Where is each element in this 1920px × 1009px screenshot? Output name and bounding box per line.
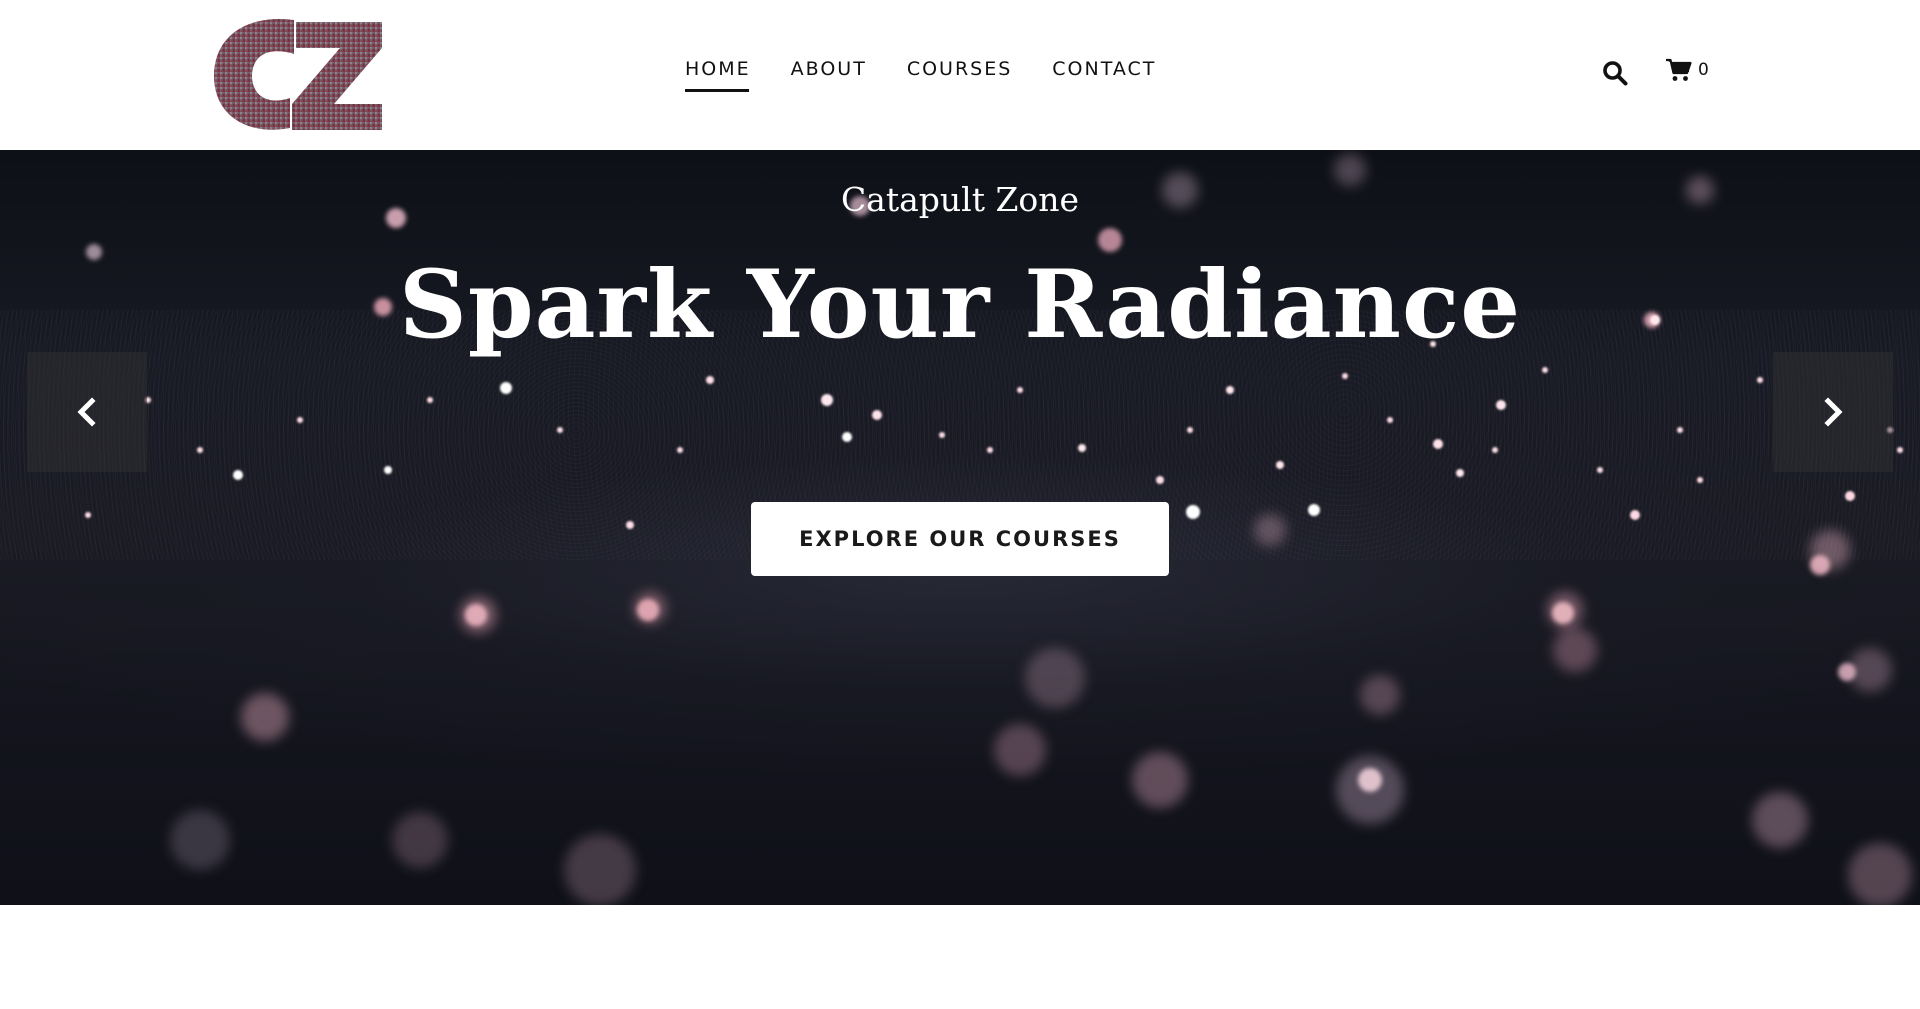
site-header: HOME ABOUT COURSES CONTACT 0: [0, 0, 1920, 150]
hero-subtitle: Catapult Zone: [840, 180, 1080, 219]
shopping-cart-icon: [1666, 58, 1692, 81]
logo-image: [214, 18, 382, 130]
site-logo[interactable]: [210, 12, 386, 136]
slider-next-button[interactable]: [1773, 352, 1893, 472]
hero-title: Spark Your Radiance: [398, 250, 1522, 360]
nav-item-courses[interactable]: COURSES: [907, 58, 1012, 80]
chevron-right-icon: [1824, 397, 1843, 427]
cart-button[interactable]: 0: [1666, 58, 1709, 82]
slider-prev-button[interactable]: [27, 352, 147, 472]
nav-item-contact[interactable]: CONTACT: [1052, 58, 1156, 80]
explore-courses-button[interactable]: EXPLORE OUR COURSES: [751, 502, 1169, 576]
nav-item-home[interactable]: HOME: [685, 58, 751, 92]
main-nav: HOME ABOUT COURSES CONTACT: [685, 58, 1196, 92]
search-icon[interactable]: [1602, 60, 1628, 86]
chevron-left-icon: [77, 397, 96, 427]
cart-count: 0: [1698, 60, 1709, 80]
hero-slider: Catapult Zone Spark Your Radiance EXPLOR…: [0, 150, 1920, 905]
nav-item-about[interactable]: ABOUT: [791, 58, 867, 80]
